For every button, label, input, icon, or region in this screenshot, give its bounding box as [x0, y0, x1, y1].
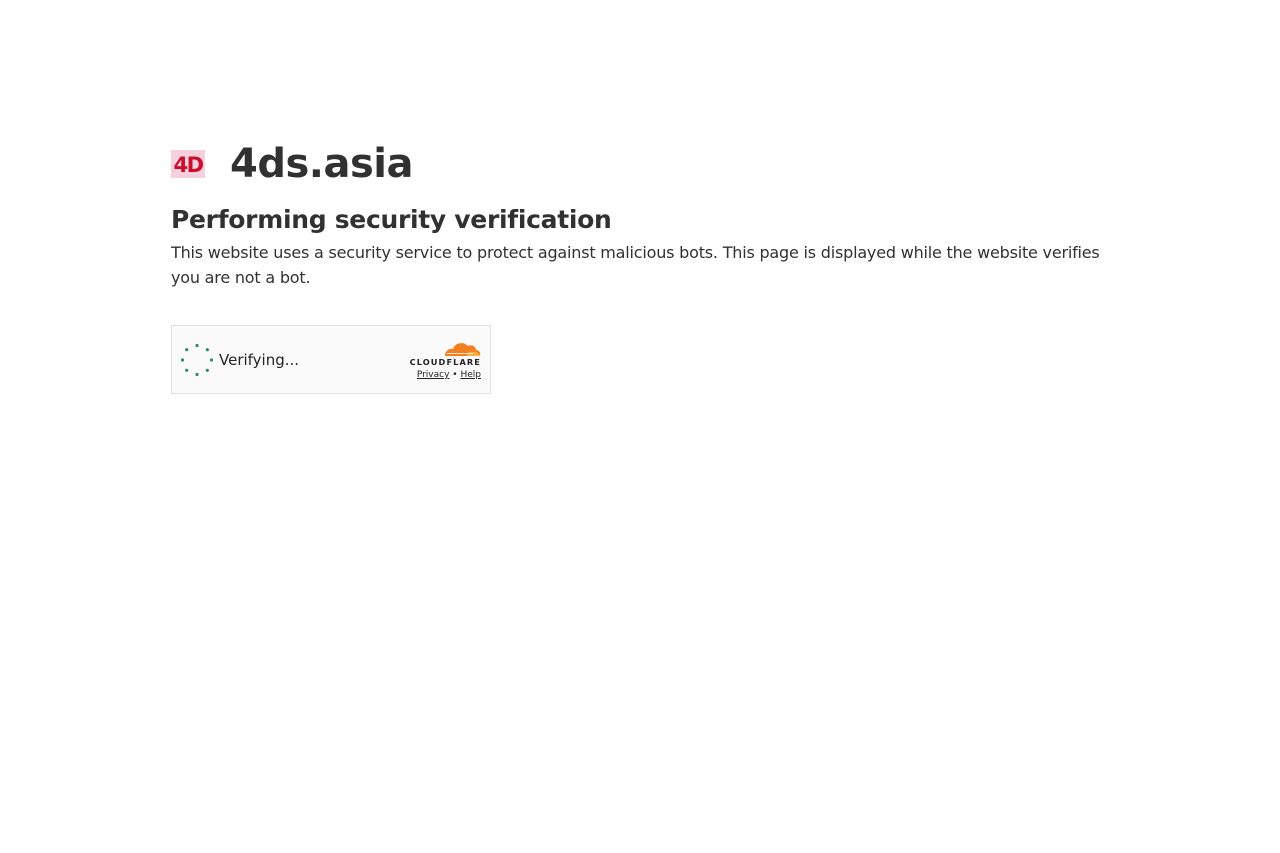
site-name: 4ds.asia [230, 141, 413, 187]
privacy-link[interactable]: Privacy [417, 370, 450, 380]
cloudflare-wordmark: CLOUDFLARE [410, 357, 481, 367]
cloudflare-branding: CLOUDFLARE Privacy • Help [401, 338, 481, 381]
page-description: This website uses a security service to … [171, 243, 1100, 287]
favicon-text: 4D [173, 153, 203, 177]
verifying-status-text: Verifying... [219, 351, 300, 369]
verification-widget[interactable]: Verifying... CLOUDFLARE Privacy • Help [171, 325, 491, 394]
cloudflare-links: Privacy • Help [401, 369, 481, 381]
site-favicon-icon: 4D [171, 150, 205, 178]
main-content: 4D 4ds.asia Performing security verifica… [171, 136, 1121, 394]
page-title: Performing security verification [171, 205, 612, 234]
link-separator: • [452, 370, 458, 380]
cloudflare-logo-icon: CLOUDFLARE [410, 343, 481, 367]
loading-spinner-icon [180, 343, 214, 377]
site-header: 4D 4ds.asia [171, 136, 1121, 192]
help-link[interactable]: Help [460, 370, 481, 380]
